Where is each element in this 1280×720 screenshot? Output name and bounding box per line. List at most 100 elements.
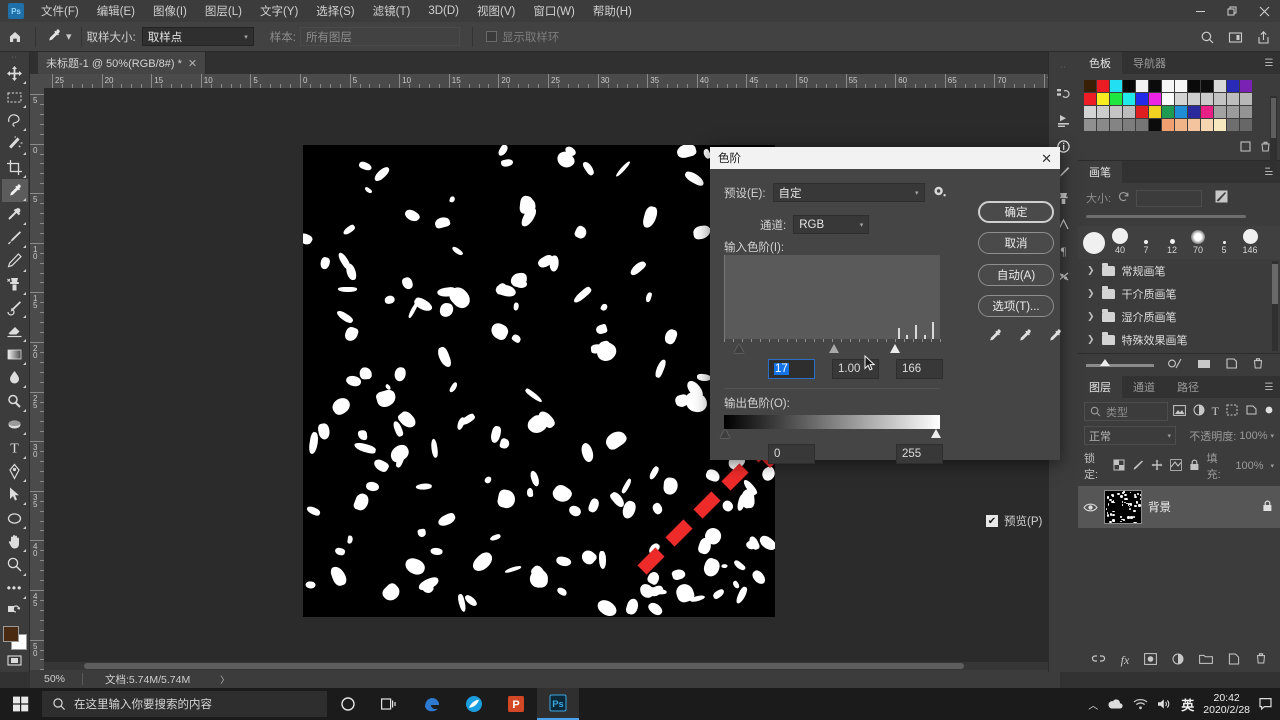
pencil-tool[interactable]	[2, 249, 28, 272]
brush-folder-row[interactable]: ❯ 湿介质画笔	[1078, 305, 1280, 328]
close-button[interactable]	[1248, 0, 1280, 22]
history-icon[interactable]	[1051, 82, 1077, 106]
brush-settings-icon[interactable]	[1214, 189, 1229, 207]
ime-indicator[interactable]: 英	[1181, 695, 1194, 714]
new-group-icon[interactable]	[1199, 653, 1214, 667]
color-swatch[interactable]	[1214, 119, 1226, 131]
chevron-up-icon[interactable]: ︿	[1088, 697, 1098, 712]
link-layers-icon[interactable]	[1091, 653, 1106, 667]
color-swatch[interactable]	[1240, 80, 1252, 92]
color-swatch[interactable]	[1097, 80, 1109, 92]
close-icon[interactable]: ✕	[1041, 152, 1052, 165]
color-swatch[interactable]	[1227, 93, 1239, 105]
wifi-icon[interactable]	[1133, 698, 1148, 710]
zoom-tool[interactable]	[2, 553, 28, 576]
color-swatch[interactable]	[1162, 106, 1174, 118]
brush-tool[interactable]	[2, 226, 28, 249]
menu-select[interactable]: 选择(S)	[307, 0, 363, 22]
cortana-icon[interactable]	[327, 688, 369, 720]
set-gray-point-icon[interactable]	[1016, 327, 1033, 347]
new-layer-icon[interactable]	[1228, 653, 1240, 668]
color-swatch[interactable]	[1110, 93, 1122, 105]
document-tab[interactable]: 未标题-1 @ 50%(RGB/8#) * ✕	[38, 52, 207, 74]
adjustment-layer-icon[interactable]	[1172, 653, 1184, 668]
color-swatch[interactable]	[1136, 80, 1148, 92]
swatches-scrollbar[interactable]	[1270, 96, 1277, 170]
channel-select[interactable]: RGB ▾	[793, 215, 870, 234]
history-brush-tool[interactable]	[2, 296, 28, 319]
color-swatch[interactable]	[1123, 93, 1135, 105]
onedrive-icon[interactable]	[1107, 698, 1124, 710]
share-icon[interactable]	[1250, 24, 1276, 50]
minimize-button[interactable]	[1184, 0, 1216, 22]
lock-transparent-icon[interactable]	[1113, 459, 1125, 474]
swatches-grid[interactable]	[1078, 74, 1280, 170]
color-swatch[interactable]	[1214, 106, 1226, 118]
edge-icon[interactable]	[411, 688, 453, 720]
workspace-icon[interactable]	[1222, 24, 1248, 50]
menu-filter[interactable]: 滤镜(T)	[364, 0, 420, 22]
brush-size-slider[interactable]	[1086, 215, 1246, 218]
chevron-right-icon[interactable]: ❯	[1087, 334, 1095, 345]
panel-grip[interactable]: ··	[8, 54, 22, 62]
ok-button[interactable]: 确定	[978, 201, 1054, 223]
qq-browser-icon[interactable]	[453, 688, 495, 720]
lock-image-icon[interactable]	[1132, 459, 1144, 474]
preset-select[interactable]: 自定 ▾	[772, 183, 925, 202]
color-swatch[interactable]	[1162, 80, 1174, 92]
color-swatch[interactable]	[1240, 93, 1252, 105]
options-button[interactable]: 选项(T)...	[978, 295, 1054, 317]
dodge-tool[interactable]	[2, 389, 28, 412]
canvas-horizontal-scrollbar[interactable]	[44, 662, 1052, 670]
brush-folder-row[interactable]: ❯ 常规画笔	[1078, 259, 1280, 282]
image-filter-icon[interactable]	[1172, 404, 1186, 419]
cancel-button[interactable]: 取消	[978, 232, 1054, 254]
blur-tool[interactable]	[2, 366, 28, 389]
healing-brush-tool[interactable]	[2, 202, 28, 225]
brush-preset[interactable]: 7	[1134, 240, 1158, 255]
tab-brush[interactable]: 画笔	[1078, 161, 1122, 183]
input-black-field[interactable]: 17	[768, 359, 815, 379]
color-swatch[interactable]	[1084, 106, 1096, 118]
gradient-tool[interactable]	[2, 343, 28, 366]
output-white-field[interactable]: 255	[896, 444, 943, 464]
status-expand-icon[interactable]: 〉	[190, 673, 229, 686]
color-swatch[interactable]	[1097, 106, 1109, 118]
color-swatch[interactable]	[1201, 119, 1213, 131]
color-swatch[interactable]	[1097, 119, 1109, 131]
current-tool-group[interactable]: ▾	[41, 27, 76, 47]
filter-toggle-icon[interactable]	[1264, 405, 1274, 418]
brush-list-scrollbar[interactable]	[1272, 261, 1278, 351]
magic-wand-tool[interactable]	[2, 132, 28, 155]
input-black-slider[interactable]	[734, 344, 744, 353]
vertical-ruler[interactable]: 5 0 5 10 15 20 25 30 35 40 45 50	[30, 88, 44, 670]
color-swatch[interactable]	[1110, 80, 1122, 92]
brush-folder-row[interactable]: ❯ 干介质画笔	[1078, 282, 1280, 305]
menu-type[interactable]: 文字(Y)	[251, 0, 307, 22]
color-swatch[interactable]	[1227, 80, 1239, 92]
chevron-right-icon[interactable]: ❯	[1087, 288, 1095, 299]
trash-icon[interactable]	[1252, 357, 1264, 373]
volume-icon[interactable]	[1157, 698, 1172, 710]
set-black-point-icon[interactable]	[986, 327, 1003, 347]
close-icon[interactable]: ✕	[188, 57, 197, 70]
reset-icon[interactable]	[1117, 190, 1130, 206]
layer-name[interactable]: 背景	[1148, 499, 1256, 515]
search-icon[interactable]	[1194, 24, 1220, 50]
output-black-field[interactable]: 0	[768, 444, 815, 464]
menu-file[interactable]: 文件(F)	[32, 0, 88, 22]
color-swatch[interactable]	[1162, 119, 1174, 131]
color-swatch[interactable]	[1084, 93, 1096, 105]
color-swatch[interactable]	[1201, 93, 1213, 105]
lock-all-icon[interactable]	[1189, 459, 1200, 474]
color-swatch[interactable]	[1136, 119, 1148, 131]
menu-edit[interactable]: 编辑(E)	[88, 0, 144, 22]
brush-presets-strip[interactable]: 40 7 12 70 5 146	[1078, 226, 1280, 259]
color-swatch[interactable]	[1214, 80, 1226, 92]
color-swatch[interactable]	[1240, 106, 1252, 118]
layer-visibility-icon[interactable]	[1082, 502, 1098, 513]
levels-dialog[interactable]: 色阶 ✕ 预设(E): 自定 ▾ 通道: RGB ▾ 输入色阶(I): 17 1…	[710, 147, 1061, 528]
image-canvas[interactable]	[303, 145, 775, 617]
input-gamma-slider[interactable]	[829, 344, 839, 353]
output-white-slider[interactable]	[931, 429, 941, 438]
